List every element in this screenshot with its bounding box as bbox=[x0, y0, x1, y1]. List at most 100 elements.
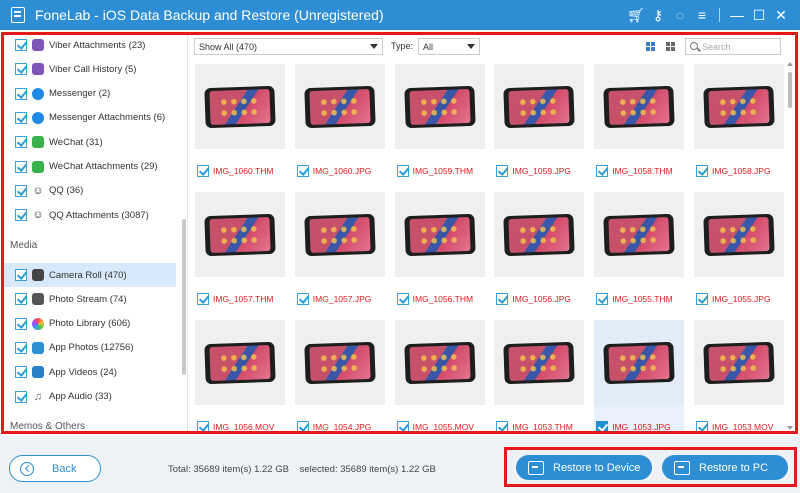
photo-thumbnail[interactable] bbox=[594, 320, 685, 405]
photo-tile[interactable]: IMG_1056.JPG bbox=[494, 192, 585, 312]
photo-tile[interactable]: IMG_1053.MOV bbox=[694, 320, 784, 432]
close-icon[interactable]: ✕ bbox=[770, 0, 792, 30]
photo-tile[interactable]: IMG_1057.THM bbox=[195, 192, 285, 312]
sidebar-item[interactable]: Messenger (2) bbox=[4, 82, 176, 106]
photo-thumbnail[interactable] bbox=[494, 192, 585, 277]
large-grid-view-button[interactable] bbox=[642, 39, 658, 54]
grid-scroll-thumb[interactable] bbox=[788, 72, 792, 108]
sidebar-scrollbar[interactable] bbox=[182, 219, 186, 375]
photo-thumbnail[interactable] bbox=[494, 64, 585, 149]
checkbox[interactable] bbox=[396, 165, 409, 177]
photo-tile[interactable]: IMG_1053.THM bbox=[494, 320, 585, 432]
checkbox[interactable] bbox=[15, 111, 27, 124]
checkbox[interactable] bbox=[15, 136, 27, 149]
photo-tile[interactable]: IMG_1053.JPG bbox=[594, 320, 685, 432]
sidebar-item[interactable]: ☺ QQ (36) bbox=[4, 179, 176, 203]
cart-icon[interactable]: 🛒︎ bbox=[625, 0, 647, 30]
photo-thumbnail[interactable] bbox=[594, 192, 685, 277]
photo-tile[interactable]: IMG_1060.THM bbox=[195, 64, 285, 184]
checkbox[interactable] bbox=[396, 421, 409, 432]
photo-thumbnail[interactable] bbox=[195, 320, 285, 405]
photo-tile[interactable]: IMG_1055.JPG bbox=[694, 192, 784, 312]
photo-tile[interactable]: IMG_1055.MOV bbox=[394, 320, 485, 432]
checkbox[interactable] bbox=[296, 165, 309, 177]
search-input[interactable]: Search bbox=[685, 38, 781, 55]
checkbox[interactable] bbox=[696, 293, 708, 305]
checkbox[interactable] bbox=[15, 160, 27, 173]
key-icon[interactable]: ⚷ bbox=[647, 0, 669, 30]
restore-to-pc-button[interactable]: Restore to PC bbox=[662, 455, 788, 480]
photo-thumbnail[interactable] bbox=[294, 192, 385, 277]
photo-tile[interactable]: IMG_1059.JPG bbox=[494, 64, 585, 184]
photo-tile[interactable]: IMG_1054.JPG bbox=[294, 320, 385, 432]
photo-tile[interactable]: IMG_1056.THM bbox=[394, 192, 485, 312]
sidebar-item[interactable]: Messenger Attachments (6) bbox=[4, 106, 176, 130]
photo-tile[interactable]: IMG_1057.JPG bbox=[294, 192, 385, 312]
sidebar-item[interactable]: Viber Attachments (23) bbox=[4, 35, 176, 57]
sidebar-item[interactable]: Viber Call History (5) bbox=[4, 57, 176, 81]
photo-thumbnail[interactable] bbox=[394, 320, 485, 405]
scroll-up-icon[interactable] bbox=[787, 62, 793, 66]
checkbox[interactable] bbox=[15, 87, 27, 100]
sidebar-item[interactable]: App Photos (12756) bbox=[4, 336, 176, 360]
checkbox[interactable] bbox=[15, 63, 27, 76]
minimize-icon[interactable]: — bbox=[726, 0, 748, 30]
checkbox[interactable] bbox=[15, 293, 27, 306]
checkbox[interactable] bbox=[197, 293, 209, 305]
photo-thumbnail[interactable] bbox=[394, 64, 485, 149]
checkbox[interactable] bbox=[197, 421, 209, 432]
sidebar-item[interactable]: WeChat Attachments (29) bbox=[4, 155, 176, 179]
checkbox[interactable] bbox=[596, 165, 609, 177]
checkbox[interactable] bbox=[15, 341, 27, 354]
photo-thumbnail[interactable] bbox=[294, 320, 385, 405]
menu-icon[interactable]: ≡ bbox=[691, 0, 713, 30]
checkbox[interactable] bbox=[15, 366, 27, 379]
sidebar-item[interactable]: Camera Roll (470) bbox=[4, 263, 176, 287]
sidebar-item[interactable]: WeChat (31) bbox=[4, 130, 176, 154]
maximize-icon[interactable]: ☐ bbox=[748, 0, 770, 30]
photo-thumbnail[interactable] bbox=[394, 192, 485, 277]
checkbox[interactable] bbox=[197, 165, 209, 177]
filter-dropdown[interactable]: Show All (470) bbox=[194, 38, 383, 55]
checkbox[interactable] bbox=[496, 421, 509, 432]
checkbox[interactable] bbox=[596, 421, 609, 432]
photo-tile[interactable]: IMG_1056.MOV bbox=[195, 320, 285, 432]
checkbox[interactable] bbox=[296, 293, 309, 305]
checkbox[interactable] bbox=[596, 293, 609, 305]
photo-thumbnail[interactable] bbox=[594, 64, 685, 149]
checkbox[interactable] bbox=[15, 317, 27, 330]
photo-thumbnail[interactable] bbox=[195, 192, 285, 277]
checkbox[interactable] bbox=[296, 421, 309, 432]
photo-tile[interactable]: IMG_1055.THM bbox=[594, 192, 685, 312]
checkbox[interactable] bbox=[15, 184, 27, 197]
photo-tile[interactable]: IMG_1058.THM bbox=[594, 64, 685, 184]
photo-thumbnail[interactable] bbox=[694, 320, 784, 405]
photo-thumbnail[interactable] bbox=[195, 64, 285, 149]
photo-thumbnail[interactable] bbox=[494, 320, 585, 405]
checkbox[interactable] bbox=[696, 421, 708, 432]
sidebar-item[interactable]: Photo Stream (74) bbox=[4, 287, 176, 311]
photo-thumbnail[interactable] bbox=[694, 64, 784, 149]
scroll-down-icon[interactable] bbox=[787, 426, 793, 430]
photo-tile[interactable]: IMG_1058.JPG bbox=[694, 64, 784, 184]
sidebar-item[interactable]: ☺ QQ Attachments (3087) bbox=[4, 203, 176, 227]
checkbox[interactable] bbox=[496, 165, 509, 177]
checkbox[interactable] bbox=[696, 165, 708, 177]
checkbox[interactable] bbox=[15, 269, 27, 281]
photo-thumbnail[interactable] bbox=[694, 192, 784, 277]
photo-tile[interactable]: IMG_1060.JPG bbox=[294, 64, 385, 184]
chat-icon[interactable]: ◌ bbox=[669, 0, 691, 30]
photo-thumbnail[interactable] bbox=[294, 64, 385, 149]
sidebar-item[interactable]: ♫ App Audio (33) bbox=[4, 385, 176, 409]
grid-scrollbar[interactable] bbox=[786, 60, 794, 432]
checkbox[interactable] bbox=[396, 293, 409, 305]
type-dropdown[interactable]: All bbox=[418, 38, 480, 55]
restore-to-device-button[interactable]: Restore to Device bbox=[516, 455, 652, 480]
sidebar-item[interactable]: Photo Library (606) bbox=[4, 312, 176, 336]
sidebar-item[interactable]: App Videos (24) bbox=[4, 360, 176, 384]
checkbox[interactable] bbox=[496, 293, 509, 305]
back-button[interactable]: Back bbox=[9, 455, 101, 482]
checkbox[interactable] bbox=[15, 209, 27, 222]
checkbox[interactable] bbox=[15, 390, 27, 403]
small-grid-view-button[interactable] bbox=[662, 39, 678, 54]
